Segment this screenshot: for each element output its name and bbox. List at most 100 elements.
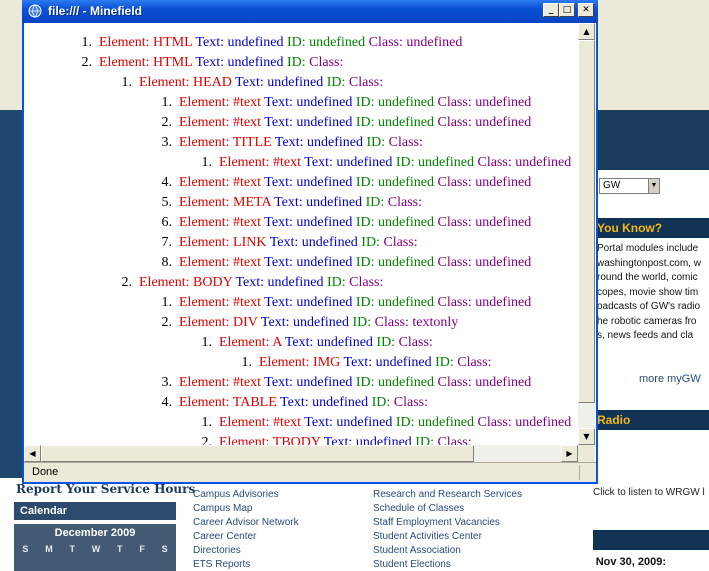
id-label: ID: undefined bbox=[355, 375, 434, 390]
class-label: Class: undefined bbox=[437, 115, 532, 130]
tree-row-number: 2. bbox=[201, 435, 213, 445]
element-label: Element: TABLE bbox=[179, 395, 277, 410]
text-label: Text: undefined bbox=[274, 135, 363, 150]
tree-row-number: 1. bbox=[161, 295, 173, 310]
element-label: Element: IMG bbox=[259, 355, 341, 370]
link-item[interactable]: Campus Advisories bbox=[193, 488, 299, 502]
text-label: Text: undefined bbox=[274, 195, 363, 210]
id-label: ID: bbox=[326, 275, 346, 290]
text-label: Text: undefined bbox=[260, 315, 349, 330]
tree-row-number: 4. bbox=[161, 395, 173, 410]
element-label: Element: #text bbox=[219, 155, 302, 170]
tree-row-text: Element: BODY Text: undefined ID: Class: bbox=[139, 273, 383, 293]
tree-row: 1. Element: HTML Text: undefined ID: unde… bbox=[24, 33, 578, 53]
minefield-window: file:/// - Minefield _ □ ✕ 1. Element: HT… bbox=[22, 0, 598, 484]
link-item[interactable]: Staff Employment Vacancies bbox=[373, 516, 522, 530]
tree-row-number: 1. bbox=[201, 335, 213, 350]
tree-row-text: Element: LINK Text: undefined ID: Class: bbox=[179, 233, 418, 253]
class-label: Class: undefined bbox=[437, 255, 532, 270]
tree-row-number: 1. bbox=[161, 95, 173, 110]
horizontal-scrollbar[interactable]: ◀ ▶ bbox=[24, 445, 578, 462]
text-label: Text: undefined bbox=[195, 55, 284, 70]
tree-row-text: Element: #text Text: undefined ID: undef… bbox=[179, 113, 531, 133]
tree-row-text: Element: #text Text: undefined ID: undef… bbox=[219, 413, 571, 433]
tree-row-number: 4. bbox=[161, 175, 173, 190]
id-label: ID: undefined bbox=[355, 295, 434, 310]
close-button[interactable]: ✕ bbox=[578, 3, 594, 17]
background-select[interactable]: GW ▼ bbox=[599, 178, 660, 194]
id-label: ID: undefined bbox=[355, 215, 434, 230]
element-label: Element: #text bbox=[179, 255, 262, 270]
report-hours-link[interactable]: Report Your Service Hours bbox=[16, 482, 195, 496]
maximize-button[interactable]: □ bbox=[559, 3, 575, 17]
text-label: Text: undefined bbox=[264, 175, 353, 190]
tree-row-number: 1. bbox=[241, 355, 253, 370]
tree-row-number: 8. bbox=[161, 255, 173, 270]
tree-row-text: Element: TBODY Text: undefined ID: Class… bbox=[219, 433, 472, 445]
links-column-1: Campus Advisories Campus Map Career Advi… bbox=[193, 488, 299, 571]
tree-row: 4. Element: TABLE Text: undefined ID: Cla… bbox=[24, 393, 578, 413]
link-item[interactable]: Career Advisor Network bbox=[193, 516, 299, 530]
tree-row: 2. Element: DIV Text: undefined ID: Class… bbox=[24, 313, 578, 333]
chevron-down-icon[interactable]: ▼ bbox=[648, 179, 659, 193]
element-label: Element: #text bbox=[179, 295, 262, 310]
tree-row-text: Element: #text Text: undefined ID: undef… bbox=[179, 373, 531, 393]
calendar-month: December 2009 bbox=[54, 527, 136, 539]
tree-row: 5. Element: META Text: undefined ID: Clas… bbox=[24, 193, 578, 213]
tree-row-text: Element: TITLE Text: undefined ID: Class… bbox=[179, 133, 423, 153]
status-divider bbox=[579, 465, 580, 480]
minimize-button[interactable]: _ bbox=[543, 3, 559, 17]
text-label: Text: undefined bbox=[264, 215, 353, 230]
element-label: Element: HTML bbox=[99, 35, 193, 50]
scroll-down-icon[interactable]: ▼ bbox=[578, 428, 595, 445]
scroll-left-icon[interactable]: ◀ bbox=[24, 445, 41, 462]
tree-row: 2. Element: #text Text: undefined ID: und… bbox=[24, 113, 578, 133]
link-item[interactable]: Schedule of Classes bbox=[373, 502, 522, 516]
scroll-right-icon[interactable]: ▶ bbox=[561, 445, 578, 462]
link-item[interactable]: Student Activities Center bbox=[373, 530, 522, 544]
link-item[interactable]: Student Elections bbox=[373, 558, 522, 571]
link-item[interactable]: Research and Research Services bbox=[373, 488, 522, 502]
element-label: Element: LINK bbox=[179, 235, 267, 250]
background-header-band bbox=[593, 110, 709, 170]
link-item[interactable]: Student Association bbox=[373, 544, 522, 558]
vertical-scroll-thumb[interactable] bbox=[578, 40, 595, 403]
text-label: Text: undefined bbox=[269, 235, 358, 250]
tree-row: 1. Element: #text Text: undefined ID: und… bbox=[24, 93, 578, 113]
text-label: Text: undefined bbox=[264, 95, 353, 110]
tree-row-number: 5. bbox=[161, 195, 173, 210]
link-item[interactable]: ETS Reports bbox=[193, 558, 299, 571]
tree-row: 1. Element: A Text: undefined ID: Class: bbox=[24, 333, 578, 353]
id-label: ID: undefined bbox=[395, 415, 474, 430]
id-label: ID: undefined bbox=[355, 115, 434, 130]
more-mygw-link[interactable]: more myGW bbox=[639, 373, 701, 385]
element-label: Element: #text bbox=[179, 175, 262, 190]
text-label: Text: undefined bbox=[264, 295, 353, 310]
id-label: ID: bbox=[361, 235, 380, 250]
tree-row-number: 2. bbox=[81, 55, 93, 70]
element-label: Element: #text bbox=[179, 375, 262, 390]
id-label: ID: bbox=[365, 195, 385, 210]
text-label: Text: undefined bbox=[264, 115, 353, 130]
link-item[interactable]: Campus Map bbox=[193, 502, 299, 516]
id-label: ID: undefined bbox=[286, 35, 366, 50]
element-label: Element: BODY bbox=[139, 275, 233, 290]
class-label: Class: bbox=[383, 235, 418, 250]
tree-row: 1. Element: #text Text: undefined ID: und… bbox=[24, 413, 578, 433]
link-item[interactable]: Career Center bbox=[193, 530, 299, 544]
scroll-up-icon[interactable]: ▲ bbox=[578, 23, 595, 40]
text-label: Text: undefined bbox=[195, 35, 284, 50]
link-item[interactable]: Directories bbox=[193, 544, 299, 558]
class-label: Class: bbox=[393, 395, 428, 410]
tree-row-text: Element: #text Text: undefined ID: undef… bbox=[219, 153, 571, 173]
vertical-scrollbar[interactable]: ▲ ▼ bbox=[578, 23, 595, 445]
tree-row-text: Element: #text Text: undefined ID: undef… bbox=[179, 253, 531, 273]
id-label: ID: bbox=[352, 315, 372, 330]
tree-row-text: Element: DIV Text: undefined ID: Class: … bbox=[179, 313, 458, 333]
title-bar[interactable]: file:/// - Minefield _ □ ✕ bbox=[22, 0, 598, 23]
class-label: Class: bbox=[398, 335, 433, 350]
element-label: Element: TBODY bbox=[219, 435, 321, 445]
horizontal-scroll-thumb[interactable] bbox=[41, 445, 474, 462]
listen-link[interactable]: Click to listen to WRGW l bbox=[593, 487, 705, 498]
did-you-know-heading: You Know? bbox=[593, 218, 709, 238]
